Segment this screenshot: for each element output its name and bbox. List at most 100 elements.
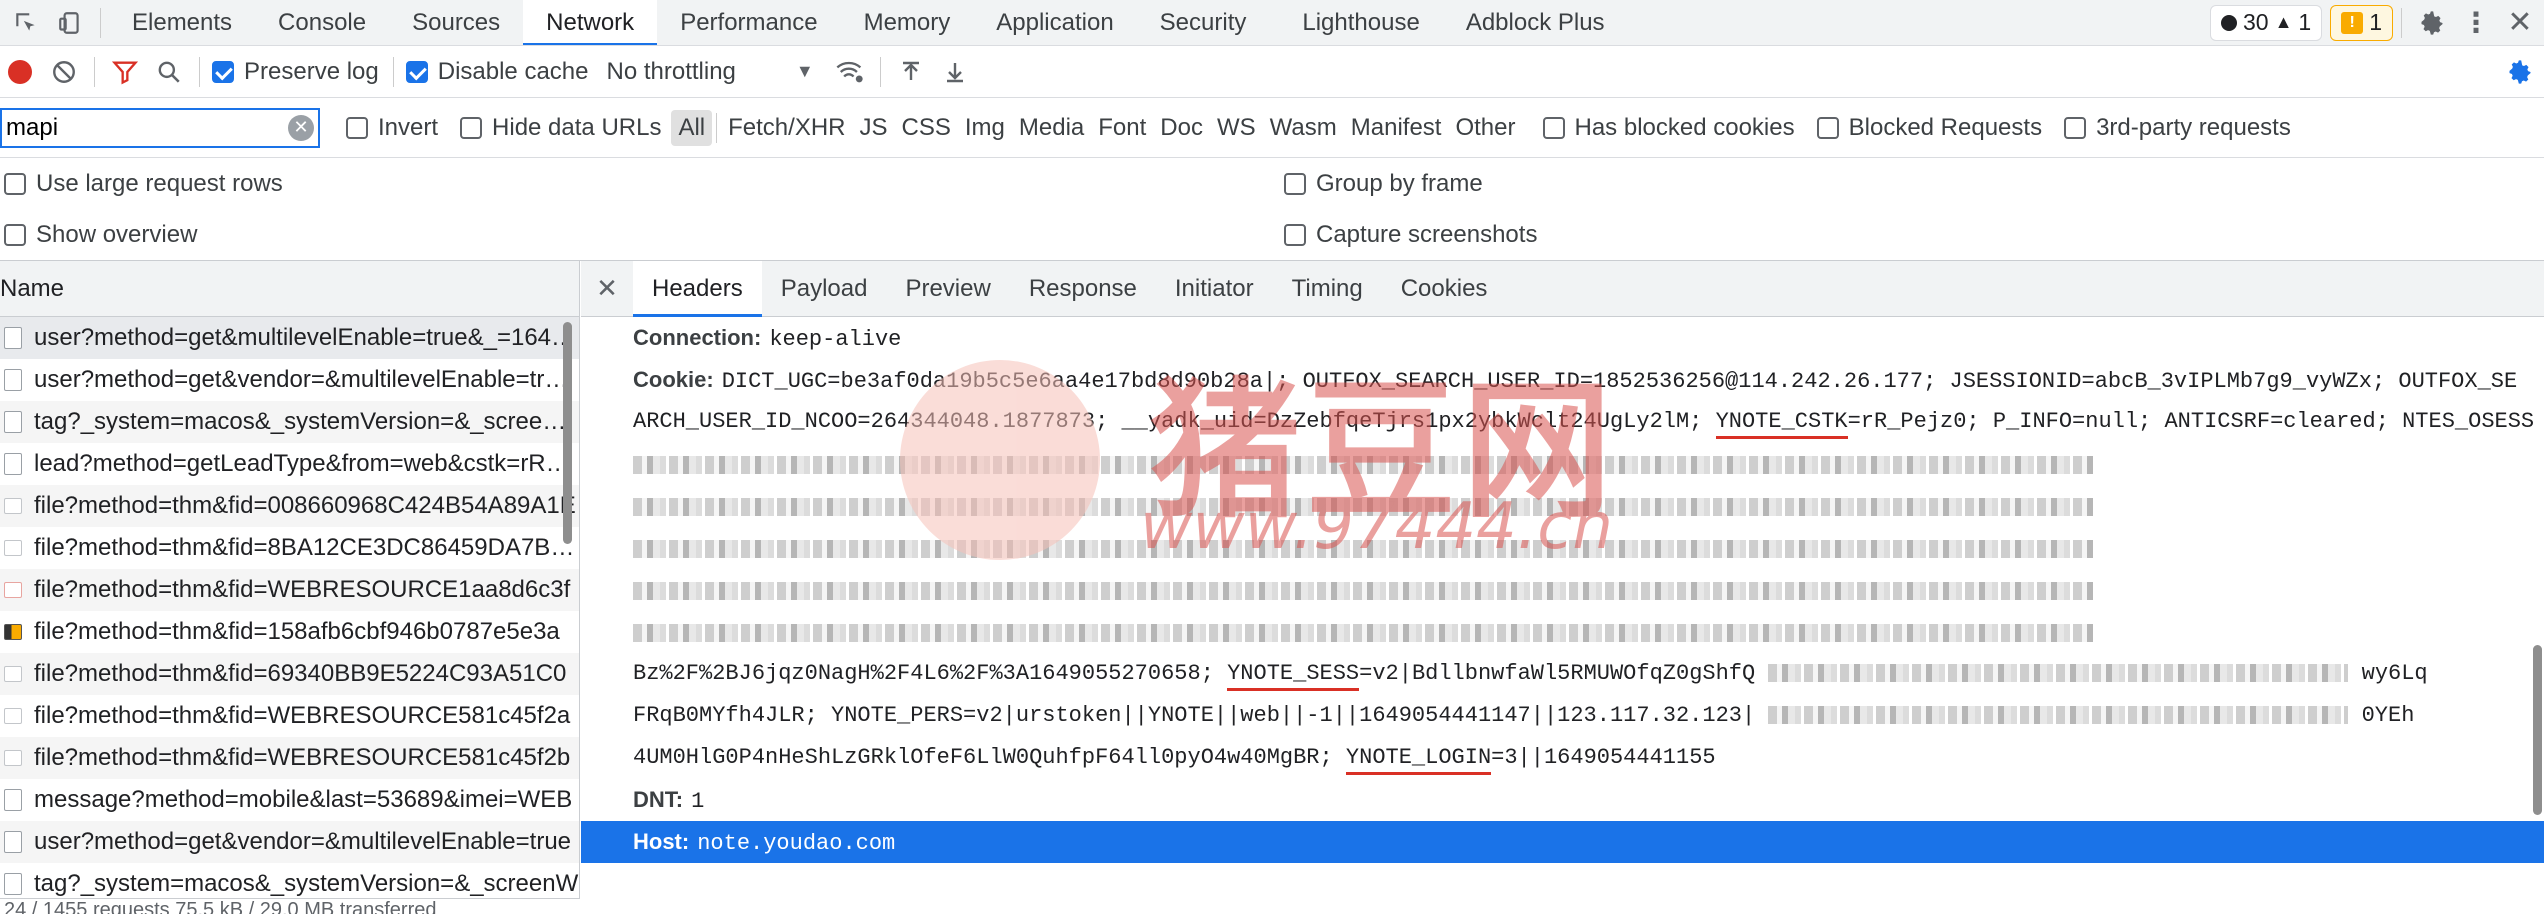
export-har-icon[interactable] xyxy=(933,50,977,94)
invert-checkbox[interactable]: Invert xyxy=(346,114,438,142)
tab-lighthouse[interactable]: Lighthouse xyxy=(1279,0,1442,45)
device-toolbar-icon[interactable] xyxy=(48,1,92,45)
header-host[interactable]: Host: note.youdao.com xyxy=(581,821,2544,863)
image-icon xyxy=(4,708,22,724)
filter-icon[interactable] xyxy=(103,50,147,94)
checkbox-icon xyxy=(2064,116,2087,139)
tab-application[interactable]: Application xyxy=(973,0,1136,45)
type-filter-img[interactable]: Img xyxy=(958,110,1012,146)
issues-badge[interactable]: ! 1 xyxy=(2330,4,2393,41)
name-column-header[interactable]: Name xyxy=(0,261,579,317)
request-row[interactable]: message?method=mobile&last=53689&imei=WE… xyxy=(0,779,579,821)
hide-data-urls-checkbox[interactable]: Hide data URLs xyxy=(460,114,661,142)
request-row[interactable]: file?method=thm&fid=158afb6cbf946b0787e5… xyxy=(0,611,579,653)
console-counts-badge[interactable]: 30 ▲ 1 xyxy=(2209,4,2323,41)
group-by-frame-label: Group by frame xyxy=(1316,170,1483,197)
filter-bar: ✕ Invert Hide data URLs All Fetch/XHR JS… xyxy=(0,98,2544,158)
divider xyxy=(392,56,394,87)
network-settings-gear-icon[interactable] xyxy=(2498,50,2542,94)
detail-tabbar: ✕ Headers Payload Preview Response Initi… xyxy=(581,261,2544,317)
tab-response[interactable]: Response xyxy=(1010,261,1156,317)
tab-preview[interactable]: Preview xyxy=(886,261,1009,317)
tab-network[interactable]: Network xyxy=(523,0,658,45)
type-filter-css[interactable]: CSS xyxy=(895,110,958,146)
document-icon xyxy=(4,369,22,391)
request-row[interactable]: file?method=thm&fid=008660968C424B54A89A… xyxy=(0,485,579,527)
disable-cache-checkbox[interactable]: Disable cache xyxy=(405,58,588,86)
filter-input-box[interactable]: ✕ xyxy=(0,107,320,148)
clear-icon[interactable] xyxy=(42,50,86,94)
type-filter-ws[interactable]: WS xyxy=(1210,110,1263,146)
more-options-icon[interactable]: ⋮ xyxy=(2454,1,2498,45)
type-filter-media[interactable]: Media xyxy=(1012,110,1091,146)
checkbox-checked-icon xyxy=(212,60,234,83)
throttling-value: No throttling xyxy=(606,57,736,85)
request-row[interactable]: file?method=thm&fid=69340BB9E5224C93A51C… xyxy=(0,653,579,695)
type-filter-js[interactable]: JS xyxy=(853,110,895,146)
request-row[interactable]: lead?method=getLeadType&from=web&cstk=rR… xyxy=(0,443,579,485)
request-row[interactable]: file?method=thm&fid=WEBRESOURCE581c45f2b xyxy=(0,737,579,779)
tab-sources[interactable]: Sources xyxy=(389,0,523,45)
request-row[interactable]: user?method=get&vendor=&multilevelEnable… xyxy=(0,359,579,401)
request-row[interactable]: user?method=get&vendor=&multilevelEnable… xyxy=(0,821,579,863)
type-filter-manifest[interactable]: Manifest xyxy=(1344,110,1449,146)
large-rows-checkbox[interactable]: Use large request rows xyxy=(4,170,283,198)
request-name: lead?method=getLeadType&from=web&cstk=rR… xyxy=(34,450,579,477)
request-row[interactable]: file?method=thm&fid=WEBRESOURCE581c45f2a xyxy=(0,695,579,737)
cookie-value-line: DICT_UGC=be3af0da19b5c5e6aa4e17bd8d90b28… xyxy=(721,369,2518,394)
type-filter-doc[interactable]: Doc xyxy=(1153,110,1210,146)
tab-performance[interactable]: Performance xyxy=(657,0,840,45)
cookie-text: =3||1649054441155 xyxy=(1491,745,1716,770)
settings-row-1: Use large request rows Group by frame xyxy=(0,158,2544,210)
request-name: tag?_system=macos&_systemVersion=&_scree… xyxy=(34,408,579,435)
detail-scrollbar[interactable] xyxy=(2533,645,2542,815)
record-icon[interactable] xyxy=(0,50,42,94)
document-icon xyxy=(4,789,22,811)
has-blocked-cookies-label: Has blocked cookies xyxy=(1574,113,1795,141)
clear-filter-icon[interactable]: ✕ xyxy=(288,114,314,141)
network-conditions-icon[interactable] xyxy=(828,50,872,94)
tab-security[interactable]: Security xyxy=(1137,0,1270,45)
request-list-scrollbar[interactable] xyxy=(563,322,572,544)
third-party-requests-checkbox[interactable]: 3rd-party requests xyxy=(2064,114,2291,142)
preserve-log-checkbox[interactable]: Preserve log xyxy=(212,58,379,86)
request-row[interactable]: file?method=thm&fid=8BA12CE3DC86459DA7B1… xyxy=(0,527,579,569)
tab-adblock-plus[interactable]: Adblock Plus xyxy=(1443,0,1628,45)
request-row[interactable]: file?method=thm&fid=WEBRESOURCE1aa8d6c3f xyxy=(0,569,579,611)
show-overview-checkbox[interactable]: Show overview xyxy=(4,221,197,249)
redacted-text xyxy=(633,582,2093,601)
type-filter-fetch-xhr[interactable]: Fetch/XHR xyxy=(721,110,852,146)
tab-console[interactable]: Console xyxy=(255,0,389,45)
filter-input[interactable] xyxy=(6,113,276,142)
tab-headers[interactable]: Headers xyxy=(633,261,762,317)
type-filter-font[interactable]: Font xyxy=(1091,110,1153,146)
type-filter-wasm[interactable]: Wasm xyxy=(1263,110,1344,146)
search-icon[interactable] xyxy=(147,50,191,94)
type-filter-other[interactable]: Other xyxy=(1448,110,1522,146)
group-by-frame-checkbox[interactable]: Group by frame xyxy=(1284,170,1483,198)
tab-cookies[interactable]: Cookies xyxy=(1382,261,1507,317)
document-icon xyxy=(4,327,22,349)
settings-gear-icon[interactable] xyxy=(2410,1,2454,45)
tab-initiator[interactable]: Initiator xyxy=(1156,261,1273,317)
tab-timing[interactable]: Timing xyxy=(1273,261,1382,317)
blocked-requests-checkbox[interactable]: Blocked Requests xyxy=(1816,114,2042,142)
tab-memory[interactable]: Memory xyxy=(841,0,974,45)
capture-screenshots-checkbox[interactable]: Capture screenshots xyxy=(1284,221,1537,249)
type-filter-all[interactable]: All xyxy=(671,109,713,146)
tab-payload[interactable]: Payload xyxy=(762,261,887,317)
request-row[interactable]: user?method=get&multilevelEnable=true&_=… xyxy=(0,317,579,359)
document-icon xyxy=(4,831,22,853)
throttling-select[interactable]: No throttling ▼ xyxy=(606,58,813,86)
request-row[interactable]: tag?_system=macos&_systemVersion=&_scree… xyxy=(0,401,579,443)
inspect-element-icon[interactable] xyxy=(4,1,48,45)
close-devtools-icon[interactable]: ✕ xyxy=(2498,1,2542,45)
has-blocked-cookies-checkbox[interactable]: Has blocked cookies xyxy=(1542,113,1795,142)
invert-label: Invert xyxy=(378,113,439,141)
image-icon xyxy=(4,666,22,682)
checkbox-checked-icon xyxy=(405,60,428,83)
header-value: note.youdao.com xyxy=(697,831,896,856)
import-har-icon[interactable] xyxy=(889,50,933,94)
tab-elements[interactable]: Elements xyxy=(109,0,255,45)
close-detail-icon[interactable]: ✕ xyxy=(581,273,633,304)
